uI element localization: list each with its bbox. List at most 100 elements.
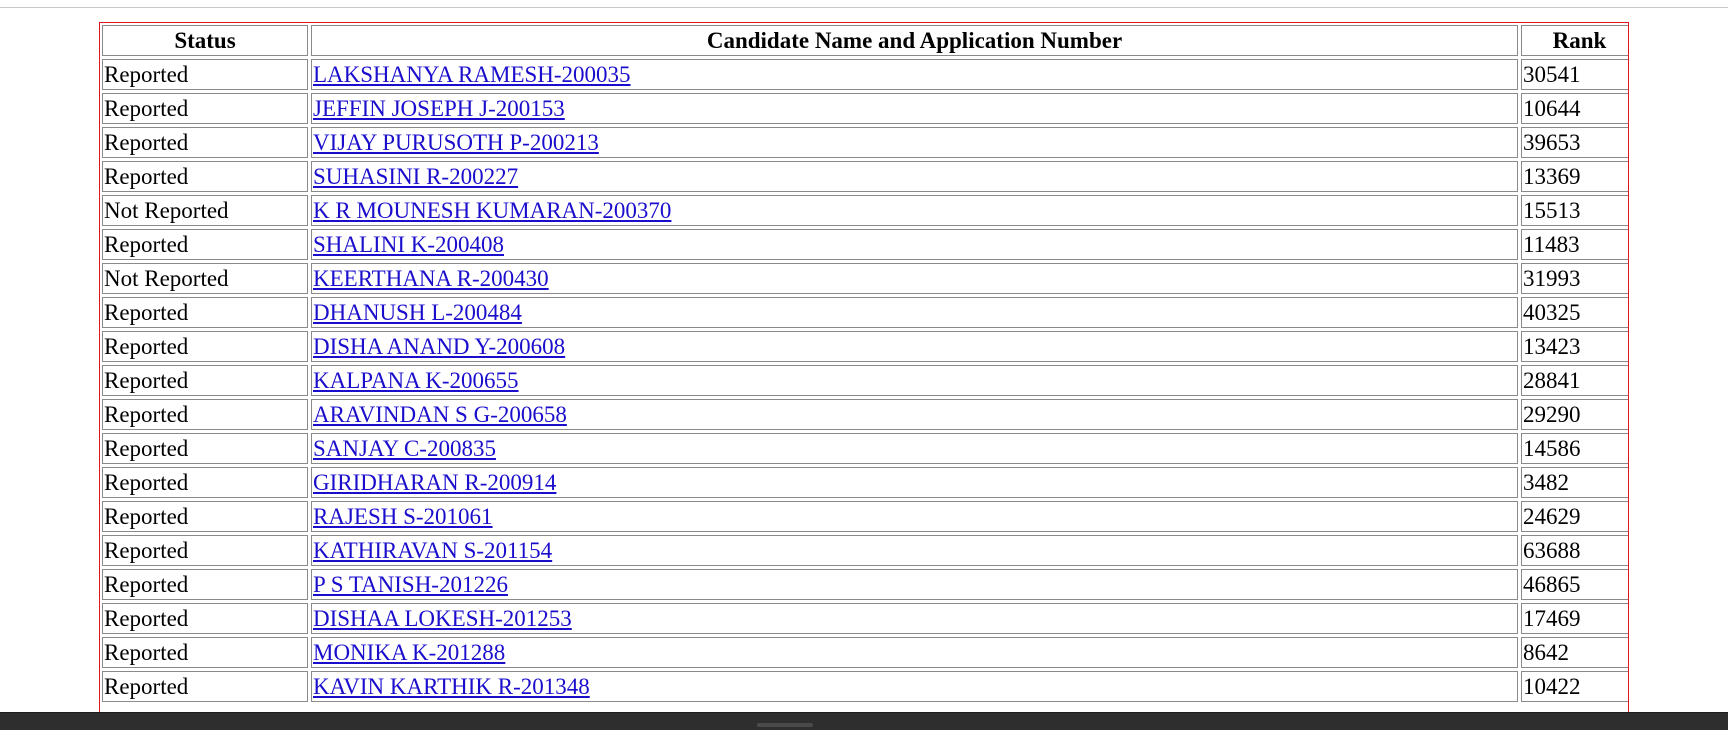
header-candidate: Candidate Name and Application Number: [311, 25, 1518, 56]
table-row: Reported SUHASINI R-200227 13369: [102, 161, 1628, 192]
candidate-cell: KEERTHANA R-200430: [311, 263, 1518, 294]
candidate-link[interactable]: VIJAY PURUSOTH P-200213: [313, 130, 599, 155]
candidate-cell: KALPANA K-200655: [311, 365, 1518, 396]
candidate-cell: K R MOUNESH KUMARAN-200370: [311, 195, 1518, 226]
status-cell: Reported: [102, 331, 308, 362]
candidate-cell: P S TANISH-201226: [311, 569, 1518, 600]
status-cell: Reported: [102, 671, 308, 702]
candidate-cell: ARAVINDAN S G-200658: [311, 399, 1518, 430]
top-divider: [0, 7, 1728, 8]
candidate-cell: DISHA ANAND Y-200608: [311, 331, 1518, 362]
status-cell: Reported: [102, 59, 308, 90]
results-table: Status Candidate Name and Application Nu…: [100, 23, 1628, 705]
rank-cell: 30541: [1521, 59, 1628, 90]
status-cell: Reported: [102, 161, 308, 192]
candidate-link[interactable]: SUHASINI R-200227: [313, 164, 518, 189]
candidate-link[interactable]: SANJAY C-200835: [313, 436, 496, 461]
candidate-link[interactable]: K R MOUNESH KUMARAN-200370: [313, 198, 671, 223]
rank-cell: 46865: [1521, 569, 1628, 600]
rank-cell: 13369: [1521, 161, 1628, 192]
table-row: Reported GIRIDHARAN R-200914 3482: [102, 467, 1628, 498]
candidate-cell: JEFFIN JOSEPH J-200153: [311, 93, 1518, 124]
candidate-cell: MONIKA K-201288: [311, 637, 1518, 668]
candidate-cell: SUHASINI R-200227: [311, 161, 1518, 192]
candidate-cell: LAKSHANYA RAMESH-200035: [311, 59, 1518, 90]
candidate-link[interactable]: LAKSHANYA RAMESH-200035: [313, 62, 631, 87]
candidate-cell: DISHAA LOKESH-201253: [311, 603, 1518, 634]
candidate-link[interactable]: DISHAA LOKESH-201253: [313, 606, 572, 631]
status-cell: Not Reported: [102, 195, 308, 226]
candidate-cell: VIJAY PURUSOTH P-200213: [311, 127, 1518, 158]
rank-cell: 29290: [1521, 399, 1628, 430]
candidate-link[interactable]: DHANUSH L-200484: [313, 300, 522, 325]
rank-cell: 24629: [1521, 501, 1628, 532]
candidate-link[interactable]: GIRIDHARAN R-200914: [313, 470, 556, 495]
taskbar: [0, 712, 1728, 730]
table-row: Reported DHANUSH L-200484 40325: [102, 297, 1628, 328]
status-cell: Reported: [102, 467, 308, 498]
table-header-row: Status Candidate Name and Application Nu…: [102, 25, 1628, 56]
candidate-cell: SANJAY C-200835: [311, 433, 1518, 464]
candidate-link[interactable]: KALPANA K-200655: [313, 368, 519, 393]
candidate-cell: KAVIN KARTHIK R-201348: [311, 671, 1518, 702]
rank-cell: 10422: [1521, 671, 1628, 702]
rank-cell: 14586: [1521, 433, 1628, 464]
status-cell: Reported: [102, 399, 308, 430]
table-row: Reported KALPANA K-200655 28841: [102, 365, 1628, 396]
candidate-link[interactable]: KAVIN KARTHIK R-201348: [313, 674, 590, 699]
status-cell: Reported: [102, 569, 308, 600]
candidate-link[interactable]: KEERTHANA R-200430: [313, 266, 549, 291]
candidate-link[interactable]: KATHIRAVAN S-201154: [313, 538, 552, 563]
table-row: Reported SANJAY C-200835 14586: [102, 433, 1628, 464]
status-cell: Reported: [102, 365, 308, 396]
status-cell: Not Reported: [102, 263, 308, 294]
candidate-link[interactable]: DISHA ANAND Y-200608: [313, 334, 565, 359]
rank-cell: 40325: [1521, 297, 1628, 328]
rank-cell: 15513: [1521, 195, 1628, 226]
rank-cell: 63688: [1521, 535, 1628, 566]
rank-cell: 28841: [1521, 365, 1628, 396]
table-row: Reported RAJESH S-201061 24629: [102, 501, 1628, 532]
results-table-frame: Status Candidate Name and Application Nu…: [99, 22, 1629, 727]
candidate-cell: KATHIRAVAN S-201154: [311, 535, 1518, 566]
taskbar-handle[interactable]: [757, 723, 813, 727]
header-rank: Rank: [1521, 25, 1628, 56]
status-cell: Reported: [102, 603, 308, 634]
candidate-cell: RAJESH S-201061: [311, 501, 1518, 532]
candidate-link[interactable]: SHALINI K-200408: [313, 232, 504, 257]
status-cell: Reported: [102, 433, 308, 464]
status-cell: Reported: [102, 297, 308, 328]
table-row: Reported KATHIRAVAN S-201154 63688: [102, 535, 1628, 566]
status-cell: Reported: [102, 535, 308, 566]
candidate-link[interactable]: ARAVINDAN S G-200658: [313, 402, 567, 427]
table-row: Not Reported KEERTHANA R-200430 31993: [102, 263, 1628, 294]
status-cell: Reported: [102, 637, 308, 668]
rank-cell: 10644: [1521, 93, 1628, 124]
table-row: Reported LAKSHANYA RAMESH-200035 30541: [102, 59, 1628, 90]
candidate-link[interactable]: JEFFIN JOSEPH J-200153: [313, 96, 565, 121]
candidate-cell: SHALINI K-200408: [311, 229, 1518, 260]
candidate-link[interactable]: RAJESH S-201061: [313, 504, 493, 529]
status-cell: Reported: [102, 127, 308, 158]
table-row: Reported VIJAY PURUSOTH P-200213 39653: [102, 127, 1628, 158]
table-row: Reported MONIKA K-201288 8642: [102, 637, 1628, 668]
rank-cell: 11483: [1521, 229, 1628, 260]
status-cell: Reported: [102, 229, 308, 260]
status-cell: Reported: [102, 501, 308, 532]
table-row: Reported DISHA ANAND Y-200608 13423: [102, 331, 1628, 362]
candidate-link[interactable]: MONIKA K-201288: [313, 640, 505, 665]
table-row: Reported KAVIN KARTHIK R-201348 10422: [102, 671, 1628, 702]
status-cell: Reported: [102, 93, 308, 124]
table-row: Reported DISHAA LOKESH-201253 17469: [102, 603, 1628, 634]
candidate-cell: DHANUSH L-200484: [311, 297, 1518, 328]
rank-cell: 31993: [1521, 263, 1628, 294]
rank-cell: 17469: [1521, 603, 1628, 634]
candidate-cell: GIRIDHARAN R-200914: [311, 467, 1518, 498]
rank-cell: 39653: [1521, 127, 1628, 158]
table-row: Reported JEFFIN JOSEPH J-200153 10644: [102, 93, 1628, 124]
header-status: Status: [102, 25, 308, 56]
table-row: Reported SHALINI K-200408 11483: [102, 229, 1628, 260]
rank-cell: 13423: [1521, 331, 1628, 362]
rank-cell: 8642: [1521, 637, 1628, 668]
candidate-link[interactable]: P S TANISH-201226: [313, 572, 508, 597]
